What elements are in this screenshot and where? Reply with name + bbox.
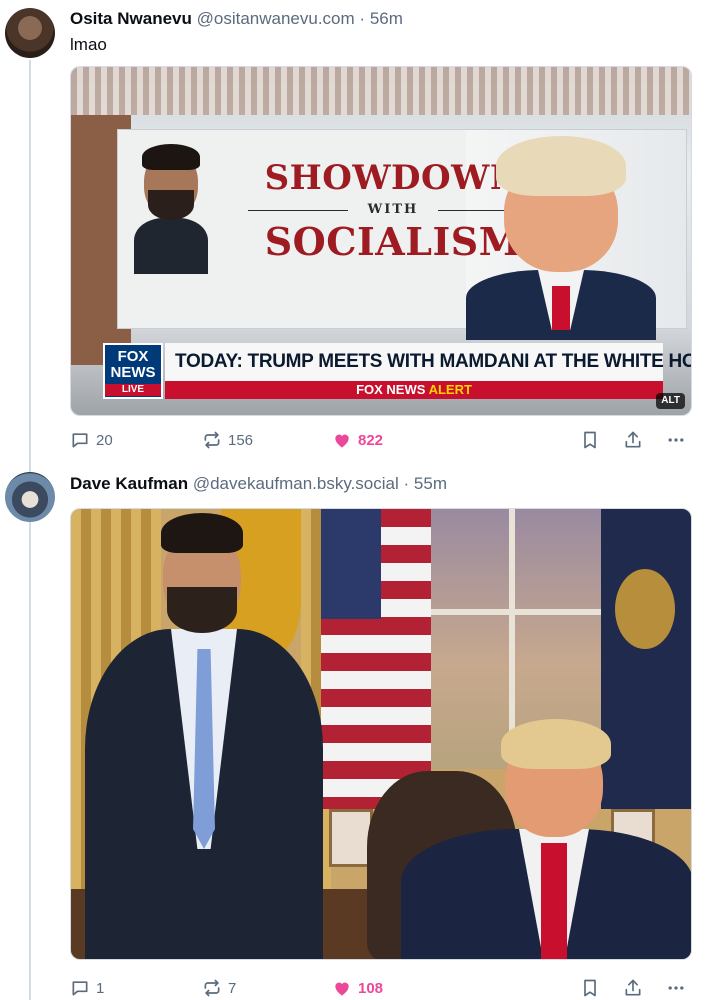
author-handle[interactable]: @davekaufman.bsky.social: [193, 474, 399, 493]
alert-bar: FOX NEWS ALERT: [165, 381, 663, 399]
bookmark-icon: [584, 431, 596, 449]
like-count: 108: [358, 979, 384, 997]
chyron-text: TODAY: TRUMP MEETS WITH MAMDANI AT THE W…: [165, 343, 691, 381]
more-options-button[interactable]: [666, 428, 686, 452]
office-scene: [71, 509, 691, 959]
bookmark-icon: [584, 979, 596, 997]
post-time[interactable]: 55m: [414, 474, 447, 493]
studio-screen: SHOWDOWN WITH SOCIALISM: [117, 129, 687, 340]
person-left-portrait: [134, 144, 208, 294]
share-icon: [625, 431, 641, 448]
heart-icon: [335, 434, 349, 448]
post-header: Dave Kaufman @davekaufman.bsky.social · …: [70, 473, 447, 495]
reply-button[interactable]: 20: [70, 428, 113, 452]
studio-background: SHOWDOWN WITH SOCIALISM FOX NEWS LIVE TO…: [71, 67, 691, 415]
separator: ·: [403, 474, 410, 493]
repost-icon: [204, 431, 220, 449]
alt-text-badge[interactable]: ALT: [656, 393, 685, 409]
post-header: Osita Nwanevu @ositanwanevu.com · 56m: [70, 8, 403, 30]
author-name[interactable]: Dave Kaufman: [70, 474, 188, 493]
standing-man: [85, 509, 323, 959]
like-button[interactable]: 108: [332, 976, 383, 1000]
repost-button[interactable]: 156: [202, 428, 253, 452]
author-name[interactable]: Osita Nwanevu: [70, 9, 192, 28]
post-image[interactable]: [70, 508, 692, 960]
bookmark-button[interactable]: [580, 976, 600, 1000]
fox-news-logo: FOX NEWS LIVE: [103, 343, 163, 399]
avatar[interactable]: [5, 8, 55, 58]
share-button[interactable]: [623, 428, 643, 452]
avatar[interactable]: [5, 472, 55, 522]
repost-icon: [204, 979, 220, 997]
live-label: LIVE: [105, 384, 161, 396]
author-handle[interactable]: @ositanwanevu.com: [197, 9, 355, 28]
reply-count: 1: [96, 979, 105, 997]
more-options-button[interactable]: [666, 976, 686, 1000]
repost-count: 156: [228, 431, 254, 449]
repost-button[interactable]: 7: [202, 976, 236, 1000]
separator: ·: [359, 9, 366, 28]
share-icon: [625, 979, 641, 996]
more-icon: [668, 986, 684, 990]
share-button[interactable]: [623, 976, 643, 1000]
post-text: lmao: [70, 35, 107, 54]
bookmark-button[interactable]: [580, 428, 600, 452]
reply-icon: [72, 433, 88, 448]
post-actions: 1 7 108: [70, 976, 692, 1000]
more-icon: [668, 438, 684, 442]
post[interactable]: Osita Nwanevu @ositanwanevu.com · 56m lm…: [0, 0, 711, 462]
post[interactable]: Dave Kaufman @davekaufman.bsky.social · …: [0, 464, 711, 1000]
post-time[interactable]: 56m: [370, 9, 403, 28]
reply-icon: [72, 981, 88, 996]
person-right-portrait: [466, 130, 656, 340]
repost-count: 7: [228, 979, 237, 997]
heart-icon: [335, 982, 349, 996]
like-button[interactable]: 822: [332, 428, 383, 452]
seated-man: [401, 719, 691, 959]
like-count: 822: [358, 431, 384, 449]
reply-count: 20: [96, 431, 113, 449]
reply-button[interactable]: 1: [70, 976, 104, 1000]
news-chyron: FOX NEWS LIVE TODAY: TRUMP MEETS WITH MA…: [103, 343, 691, 399]
post-image[interactable]: SHOWDOWN WITH SOCIALISM FOX NEWS LIVE TO…: [70, 66, 692, 416]
post-actions: 20 156 822: [70, 428, 692, 452]
